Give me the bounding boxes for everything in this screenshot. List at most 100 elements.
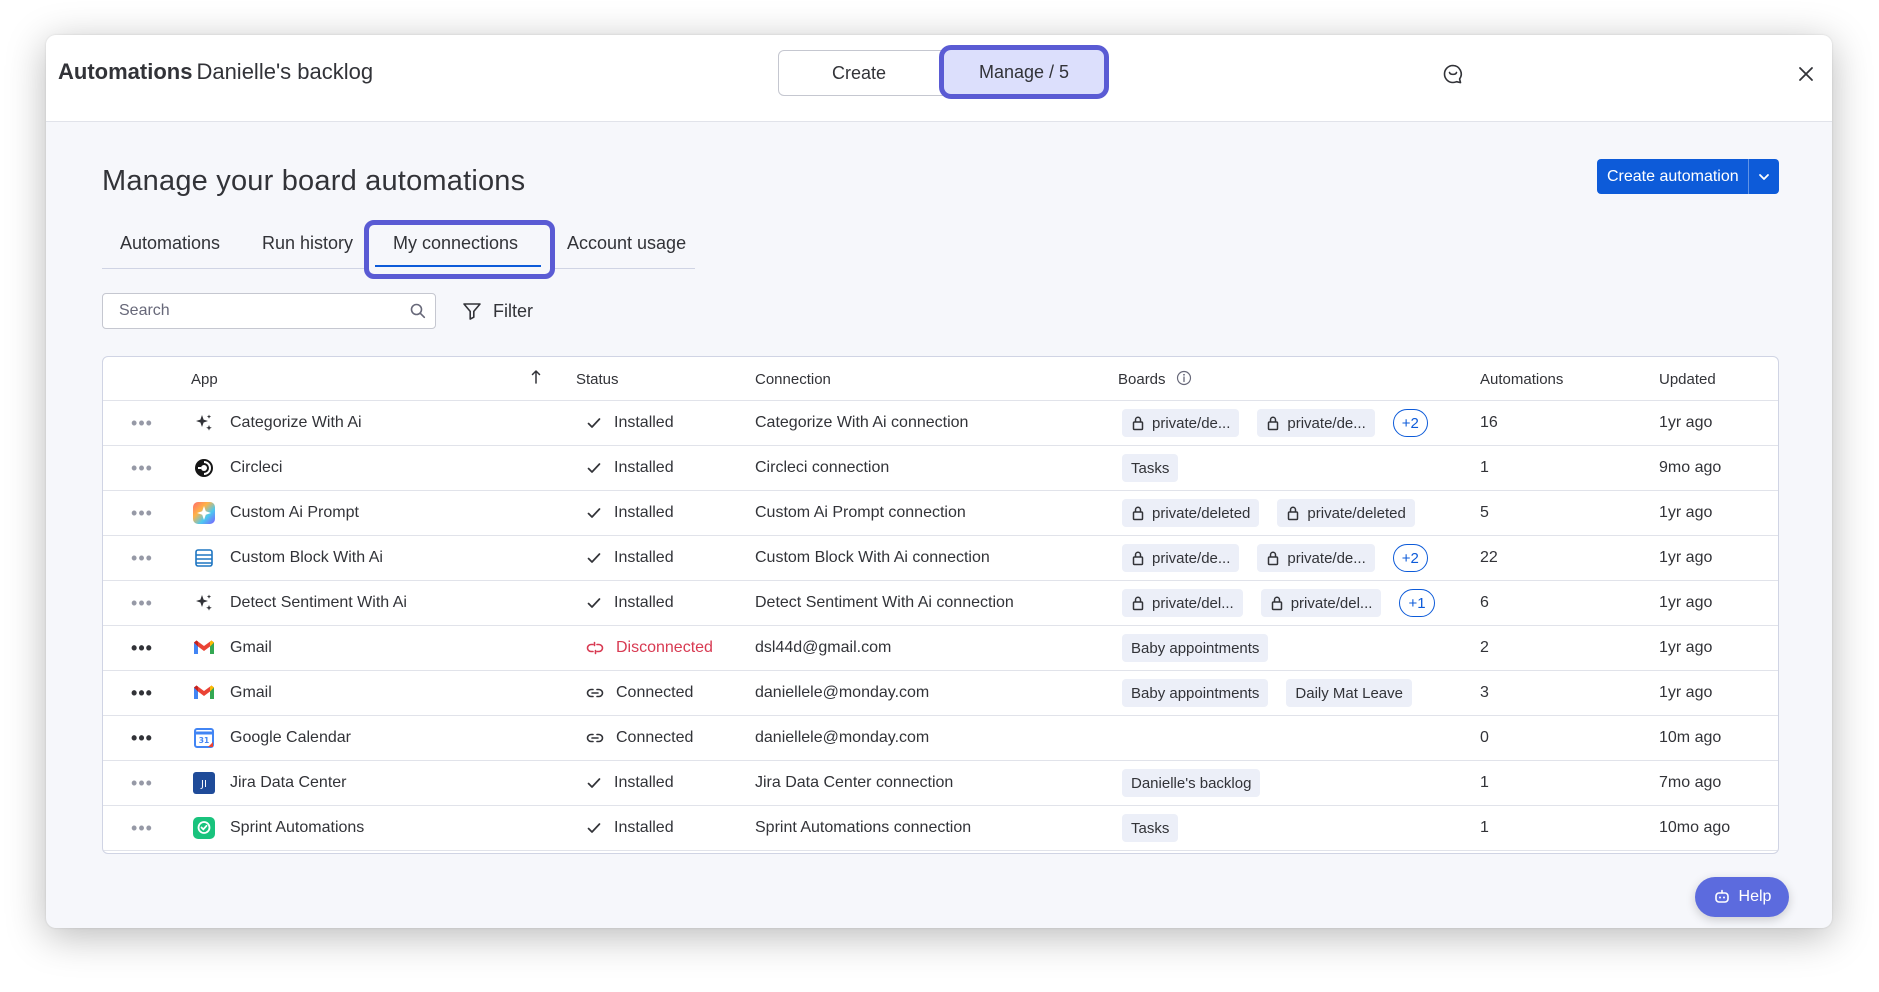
boards-cell: private/de... private/de... +2 <box>1122 401 1428 445</box>
app-name[interactable]: Detect Sentiment With Ai <box>230 581 407 625</box>
header-boards[interactable]: Boards <box>1118 371 1166 388</box>
app-name[interactable]: Categorize With Ai <box>230 401 362 445</box>
connection-name: Custom Block With Ai connection <box>755 549 990 566</box>
row-actions-menu[interactable]: ••• <box>130 671 154 715</box>
status-cell: Installed <box>586 491 674 535</box>
updated-time: 1yr ago <box>1659 639 1713 656</box>
board-chip[interactable]: private/de... <box>1257 544 1375 572</box>
manage-mode-button[interactable]: Manage / 5 <box>939 45 1109 99</box>
board-chip[interactable]: private/deleted <box>1277 499 1415 527</box>
connection-name: Circleci connection <box>755 459 890 476</box>
search-icon[interactable] <box>409 302 427 325</box>
tab-automations[interactable]: Automations <box>120 233 220 254</box>
board-chip[interactable]: private/de... <box>1257 409 1375 437</box>
header-status[interactable]: Status <box>576 371 619 388</box>
table-row[interactable]: ••• Circleci Installed Circleci connection T… <box>103 446 1778 491</box>
status-cell: Installed <box>586 536 674 580</box>
row-actions-menu[interactable]: ••• <box>130 536 154 580</box>
updated-time: 1yr ago <box>1659 594 1713 611</box>
connection-name: Jira Data Center connection <box>755 774 954 791</box>
status-label: Connected <box>616 729 694 746</box>
circleci-icon <box>192 456 216 480</box>
table-row[interactable]: ••• Custom Block With Ai Installed Custom B… <box>103 536 1778 581</box>
row-actions-menu[interactable]: ••• <box>130 491 154 535</box>
header-app[interactable]: App <box>191 371 218 388</box>
status-label: Installed <box>614 819 674 836</box>
app-name[interactable]: Circleci <box>230 446 282 490</box>
board-chip[interactable]: private/del... <box>1260 589 1382 617</box>
row-actions-menu[interactable]: ••• <box>130 806 154 850</box>
lock-icon <box>1286 505 1300 521</box>
more-boards-badge[interactable]: +1 <box>1399 589 1435 617</box>
check-icon <box>586 775 602 791</box>
header-automations[interactable]: Automations <box>1480 371 1563 388</box>
updated-time: 10m ago <box>1659 729 1722 746</box>
header-connection[interactable]: Connection <box>755 371 831 388</box>
search-input[interactable] <box>103 294 393 328</box>
app-name[interactable]: Google Calendar <box>230 716 351 760</box>
table-header: App Status Connection Boards Automations… <box>103 357 1778 401</box>
lock-icon <box>1270 595 1284 611</box>
app-name[interactable]: Custom Ai Prompt <box>230 491 359 535</box>
svg-text:31: 31 <box>199 736 209 745</box>
row-actions-menu[interactable]: ••• <box>130 401 154 445</box>
status-cell: Installed <box>586 806 674 850</box>
board-chip[interactable]: Daily Mat Leave <box>1286 679 1412 707</box>
table-row[interactable]: ••• Gmail Disconnected dsl44d@gmail.com Baby… <box>103 626 1778 671</box>
filter-button[interactable]: Filter <box>461 295 533 327</box>
app-name[interactable]: Gmail <box>230 671 272 715</box>
row-actions-menu[interactable]: ••• <box>130 581 154 625</box>
table-row[interactable]: ••• Custom Ai Prompt Installed Custom Ai Pr… <box>103 491 1778 536</box>
app-name[interactable]: Jira Data Center <box>230 761 347 805</box>
board-chip[interactable]: private/de... <box>1122 544 1240 572</box>
create-automation-button[interactable]: Create automation <box>1597 159 1779 194</box>
mode-switcher: Create Manage / 5 <box>778 45 1109 99</box>
table-row[interactable]: ••• Detect Sentiment With Ai Installed Dete… <box>103 581 1778 626</box>
boards-cell: private/deleted private/deleted <box>1122 491 1433 535</box>
table-row[interactable]: ••• Sprint Automations Installed Sprint Aut… <box>103 806 1778 851</box>
more-boards-badge[interactable]: +2 <box>1392 544 1428 572</box>
feedback-icon[interactable] <box>1440 61 1466 87</box>
table-row[interactable]: ••• Gmail Connected daniellele@monday.com Ba… <box>103 671 1778 716</box>
tab-my-connections[interactable]: My connections <box>393 233 518 254</box>
page-title: Manage your board automations <box>102 165 526 197</box>
row-actions-menu[interactable]: ••• <box>130 716 154 760</box>
table-row[interactable]: ••• Categorize With Ai Installed Categorize… <box>103 401 1778 446</box>
board-chip[interactable]: Baby appointments <box>1122 634 1269 662</box>
lock-icon <box>1266 550 1280 566</box>
close-icon[interactable] <box>1793 61 1819 87</box>
row-actions-menu[interactable]: ••• <box>130 446 154 490</box>
table-row[interactable]: ••• JI Jira Data Center Installed Jira Data … <box>103 761 1778 806</box>
create-mode-button[interactable]: Create <box>779 51 939 95</box>
app-name[interactable]: Gmail <box>230 626 272 670</box>
board-chip[interactable]: private/deleted <box>1122 499 1260 527</box>
help-button[interactable]: Help <box>1695 877 1789 917</box>
info-icon[interactable] <box>1176 370 1192 390</box>
jira-icon: JI <box>192 771 216 795</box>
more-boards-badge[interactable]: +2 <box>1392 409 1428 437</box>
check-icon <box>586 505 602 521</box>
connection-name: Sprint Automations connection <box>755 819 972 836</box>
chevron-down-icon[interactable] <box>1749 170 1779 184</box>
board-chip[interactable]: Tasks <box>1122 454 1179 482</box>
row-actions-menu[interactable]: ••• <box>130 761 154 805</box>
app-name[interactable]: Sprint Automations <box>230 806 364 850</box>
sparkle-icon <box>192 591 216 615</box>
board-chip-label: private/de... <box>1287 549 1366 567</box>
boards-cell: Baby appointments <box>1122 626 1286 670</box>
header-updated[interactable]: Updated <box>1659 371 1716 388</box>
table-row[interactable]: ••• 31 Google Calendar Connected daniellele@… <box>103 716 1778 761</box>
sort-arrow-up-icon[interactable] <box>531 369 541 389</box>
board-chip[interactable]: private/del... <box>1122 589 1243 617</box>
tab-run-history[interactable]: Run history <box>262 233 353 254</box>
tab-account-usage[interactable]: Account usage <box>567 233 686 254</box>
connection-name: daniellele@monday.com <box>755 684 930 701</box>
app-name[interactable]: Custom Block With Ai <box>230 536 383 580</box>
board-chip[interactable]: private/de... <box>1122 409 1240 437</box>
board-chip[interactable]: Tasks <box>1122 814 1179 842</box>
board-chip[interactable]: Danielle's backlog <box>1122 769 1261 797</box>
board-chip[interactable]: Baby appointments <box>1122 679 1269 707</box>
board-chip-label: Baby appointments <box>1131 639 1260 657</box>
row-actions-menu[interactable]: ••• <box>130 626 154 670</box>
custom-block-icon <box>192 546 216 570</box>
